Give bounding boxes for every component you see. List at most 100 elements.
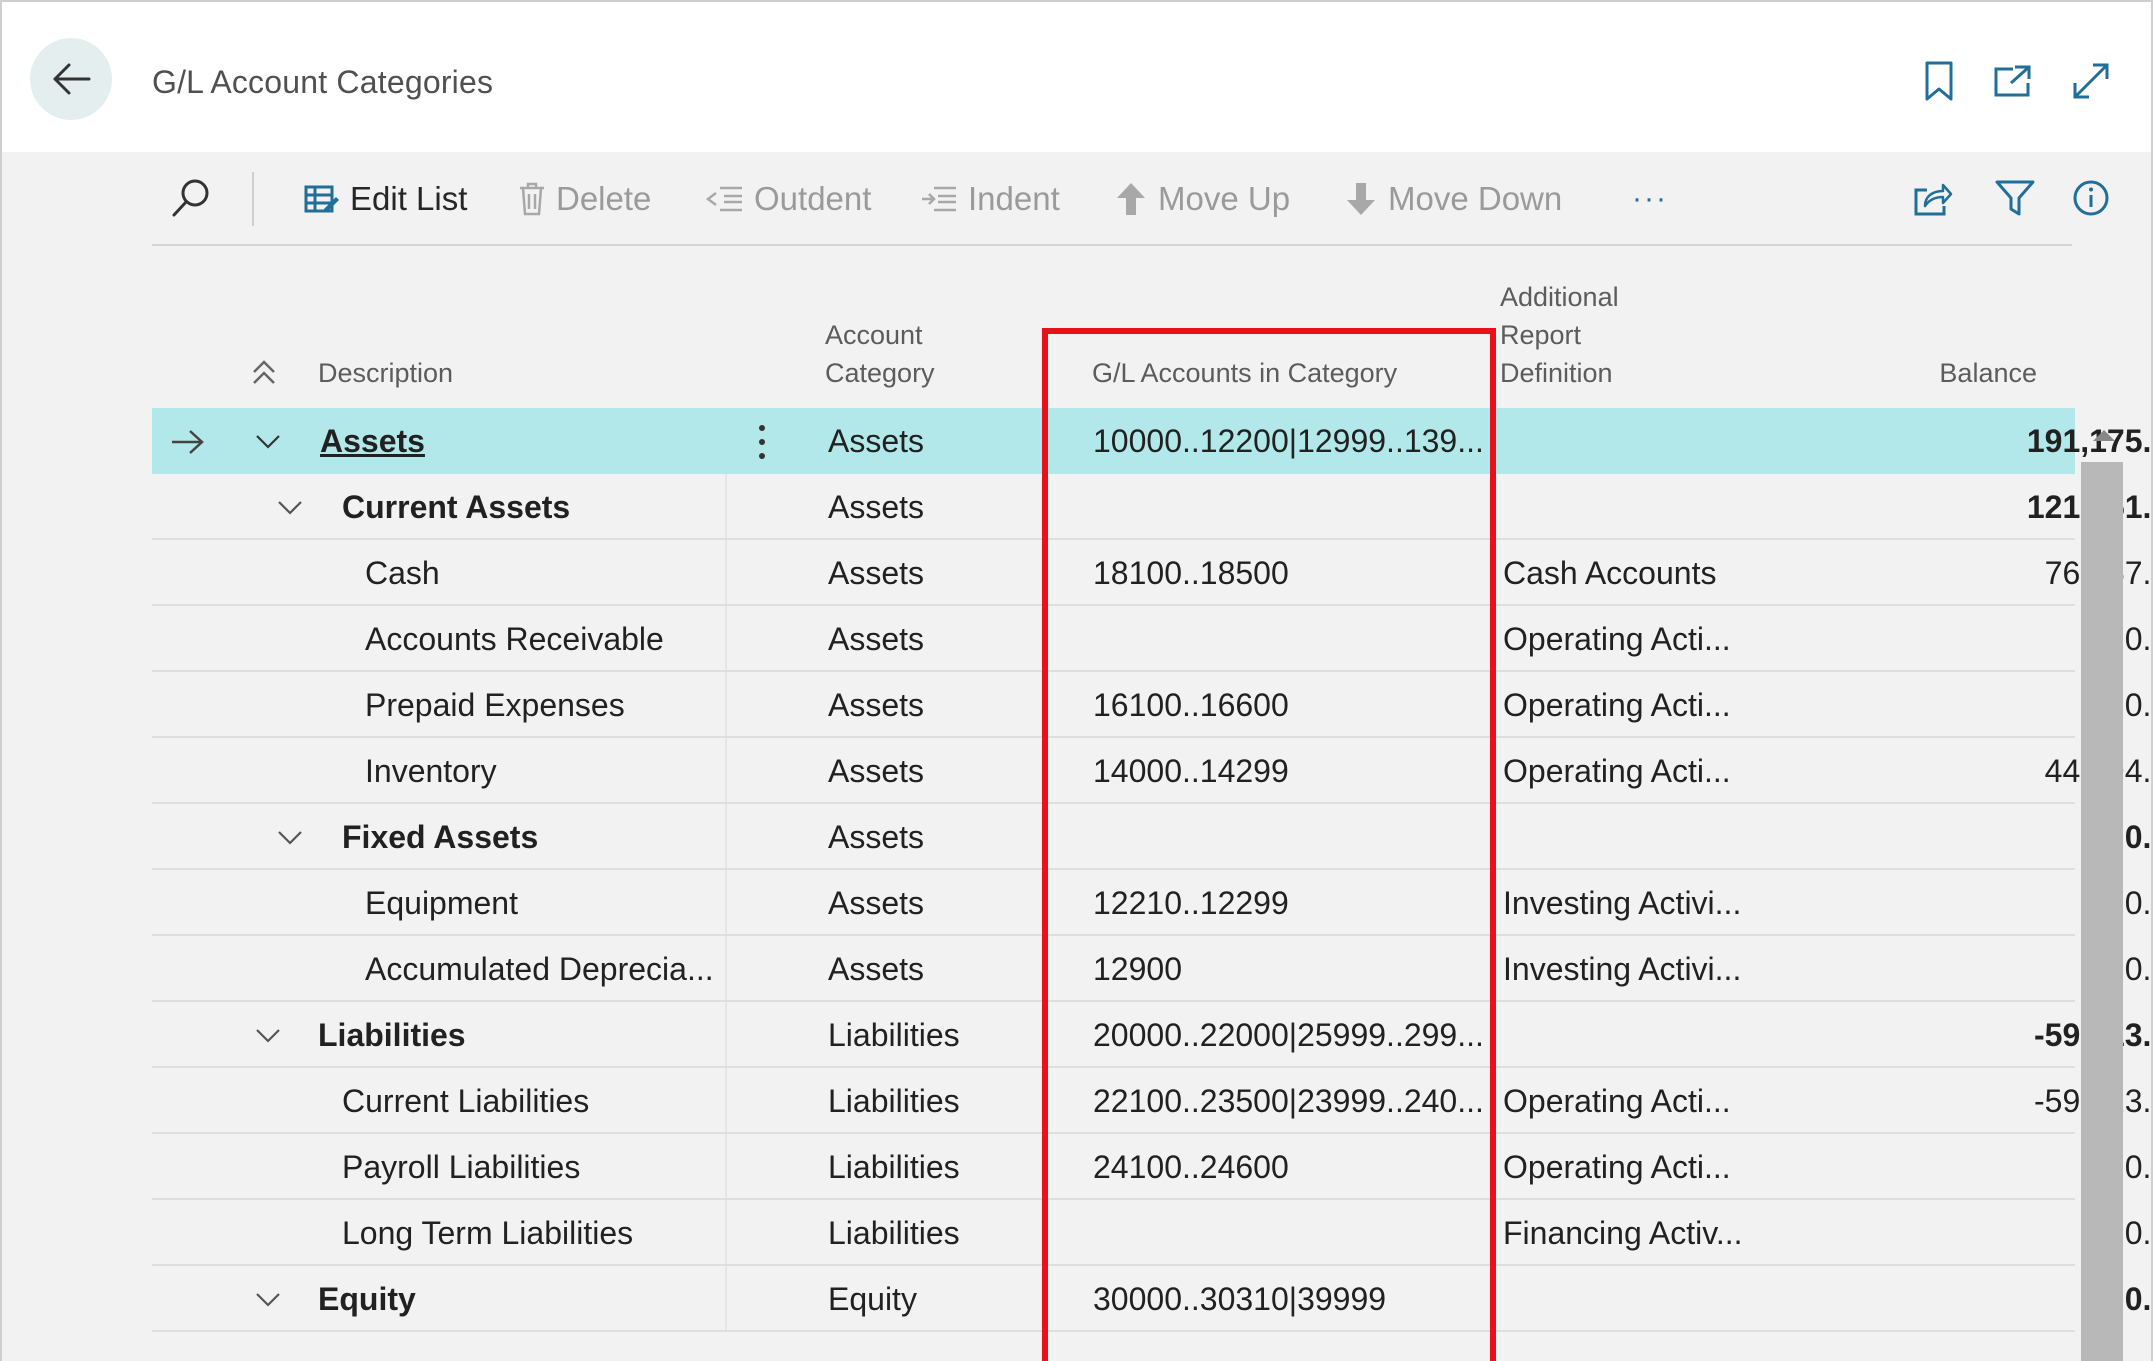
row-account-category[interactable]: Assets <box>828 870 1038 936</box>
row-report-definition[interactable]: Operating Acti... <box>1503 738 1863 804</box>
table-row[interactable]: Accounts Receivable Assets Operating Act… <box>152 606 2151 672</box>
row-gl-accounts[interactable]: 18100..18500 <box>1093 540 1493 606</box>
row-description[interactable]: Equipment <box>365 870 725 936</box>
indent-button[interactable]: Indent <box>920 176 1060 222</box>
row-report-definition[interactable]: Investing Activi... <box>1503 870 1863 936</box>
row-gl-accounts[interactable]: 16100..16600 <box>1093 672 1493 738</box>
row-report-definition[interactable] <box>1503 408 1863 474</box>
row-gl-accounts[interactable]: 24100..24600 <box>1093 1134 1493 1200</box>
delete-button[interactable]: Delete <box>518 176 651 222</box>
more-options-button[interactable]: ··· <box>1632 176 1668 222</box>
info-button[interactable] <box>2068 174 2114 222</box>
row-account-category[interactable]: Assets <box>828 672 1038 738</box>
row-account-category[interactable]: Liabilities <box>828 1134 1038 1200</box>
row-account-category[interactable]: Assets <box>828 408 1038 474</box>
column-header-gl-accounts[interactable]: G/L Accounts in Category <box>1092 354 1397 392</box>
table-row[interactable]: Cash Assets 18100..18500 Cash Accounts 7… <box>152 540 2151 606</box>
row-report-definition[interactable]: Operating Acti... <box>1503 672 1863 738</box>
row-gl-accounts[interactable]: 30000..30310|39999 <box>1093 1266 1493 1332</box>
row-report-definition[interactable] <box>1503 804 1863 870</box>
row-description[interactable]: Equity <box>318 1266 718 1332</box>
move-down-button[interactable]: Move Down <box>1344 176 1562 222</box>
row-report-definition[interactable] <box>1503 474 1863 540</box>
row-description[interactable]: Liabilities <box>318 1002 718 1068</box>
collapse-all-button[interactable] <box>246 354 282 390</box>
row-description[interactable]: Accumulated Deprecia... <box>365 936 725 1002</box>
row-description[interactable]: Payroll Liabilities <box>342 1134 722 1200</box>
row-report-definition[interactable]: Operating Acti... <box>1503 1068 1863 1134</box>
row-report-definition[interactable]: Cash Accounts <box>1503 540 1863 606</box>
table-row[interactable]: Long Term Liabilities Liabilities Financ… <box>152 1200 2151 1266</box>
row-description[interactable]: Current Assets <box>342 474 722 540</box>
move-up-button[interactable]: Move Up <box>1114 176 1290 222</box>
row-account-category[interactable]: Assets <box>828 606 1038 672</box>
row-account-category[interactable]: Assets <box>828 540 1038 606</box>
row-account-category[interactable]: Assets <box>828 738 1038 804</box>
row-account-category[interactable]: Assets <box>828 804 1038 870</box>
row-gl-accounts[interactable]: 22100..23500|23999..240... <box>1093 1068 1493 1134</box>
row-gl-accounts[interactable]: 12210..12299 <box>1093 870 1493 936</box>
column-header-description[interactable]: Description <box>318 354 453 392</box>
row-collapse-toggle[interactable] <box>252 1284 284 1316</box>
table-row[interactable]: Accumulated Deprecia... Assets 12900 Inv… <box>152 936 2151 1002</box>
row-description-link[interactable]: Assets <box>320 408 700 474</box>
edit-list-button[interactable]: Edit List <box>304 176 467 222</box>
row-report-definition[interactable]: Operating Acti... <box>1503 606 1863 672</box>
row-report-definition[interactable]: Financing Activ... <box>1503 1200 1863 1266</box>
row-report-definition[interactable] <box>1503 1002 1863 1068</box>
column-divider <box>725 474 727 538</box>
row-description[interactable]: Accounts Receivable <box>365 606 725 672</box>
row-description[interactable]: Prepaid Expenses <box>365 672 725 738</box>
table-row[interactable]: Fixed Assets Assets 0.00 <box>152 804 2151 870</box>
row-gl-accounts[interactable] <box>1093 804 1493 870</box>
column-header-account-category[interactable]: Account Category <box>825 316 935 392</box>
row-description[interactable]: Cash <box>365 540 725 606</box>
row-collapse-toggle[interactable] <box>252 426 284 458</box>
row-account-category[interactable]: Liabilities <box>828 1068 1038 1134</box>
scroll-up-button[interactable] <box>2081 420 2127 450</box>
table-row[interactable]: Assets Assets 10000..12200|12999..139...… <box>152 408 2151 474</box>
row-report-definition[interactable] <box>1503 1266 1863 1332</box>
filter-button[interactable] <box>1992 174 2038 222</box>
back-button[interactable] <box>30 38 112 120</box>
table-row[interactable]: Prepaid Expenses Assets 16100..16600 Ope… <box>152 672 2151 738</box>
row-gl-accounts[interactable]: 12900 <box>1093 936 1493 1002</box>
table-row[interactable]: Inventory Assets 14000..14299 Operating … <box>152 738 2151 804</box>
row-gl-accounts[interactable]: 14000..14299 <box>1093 738 1493 804</box>
row-collapse-toggle[interactable] <box>274 492 306 524</box>
table-row[interactable]: Liabilities Liabilities 20000..22000|259… <box>152 1002 2151 1068</box>
row-gl-accounts[interactable] <box>1093 1200 1493 1266</box>
row-gl-accounts[interactable] <box>1093 474 1493 540</box>
row-actions-button[interactable] <box>752 425 772 459</box>
row-collapse-toggle[interactable] <box>274 822 306 854</box>
row-gl-accounts[interactable]: 20000..22000|25999..299... <box>1093 1002 1493 1068</box>
row-report-definition[interactable]: Operating Acti... <box>1503 1134 1863 1200</box>
row-account-category[interactable]: Liabilities <box>828 1002 1038 1068</box>
row-description[interactable]: Long Term Liabilities <box>342 1200 722 1266</box>
outdent-button[interactable]: Outdent <box>706 176 871 222</box>
row-account-category[interactable]: Assets <box>828 936 1038 1002</box>
table-row[interactable]: Payroll Liabilities Liabilities 24100..2… <box>152 1134 2151 1200</box>
row-description[interactable]: Inventory <box>365 738 725 804</box>
expand-button[interactable] <box>2068 58 2114 104</box>
table-row[interactable]: Equipment Assets 12210..12299 Investing … <box>152 870 2151 936</box>
table-row[interactable]: Equity Equity 30000..30310|39999 0.00 <box>152 1266 2151 1332</box>
open-new-window-button[interactable] <box>1990 58 2036 104</box>
row-gl-accounts[interactable] <box>1093 606 1493 672</box>
row-account-category[interactable]: Equity <box>828 1266 1038 1332</box>
bookmark-button[interactable] <box>1916 58 1962 104</box>
search-button[interactable] <box>168 174 214 222</box>
table-row[interactable]: Current Assets Assets 121,151.58 <box>152 474 2151 540</box>
row-gl-accounts[interactable]: 10000..12200|12999..139... <box>1093 408 1493 474</box>
vertical-scrollbar[interactable] <box>2081 462 2123 1361</box>
column-header-balance[interactable]: Balance <box>1902 354 2037 392</box>
row-collapse-toggle[interactable] <box>252 1020 284 1052</box>
row-report-definition[interactable]: Investing Activi... <box>1503 936 1863 1002</box>
row-description[interactable]: Current Liabilities <box>342 1068 722 1134</box>
row-description[interactable]: Fixed Assets <box>342 804 722 870</box>
row-account-category[interactable]: Assets <box>828 474 1038 540</box>
column-header-additional-report-definition[interactable]: Additional Report Definition <box>1500 278 1619 392</box>
share-button[interactable] <box>1910 174 1956 222</box>
table-row[interactable]: Current Liabilities Liabilities 22100..2… <box>152 1068 2151 1134</box>
row-account-category[interactable]: Liabilities <box>828 1200 1038 1266</box>
